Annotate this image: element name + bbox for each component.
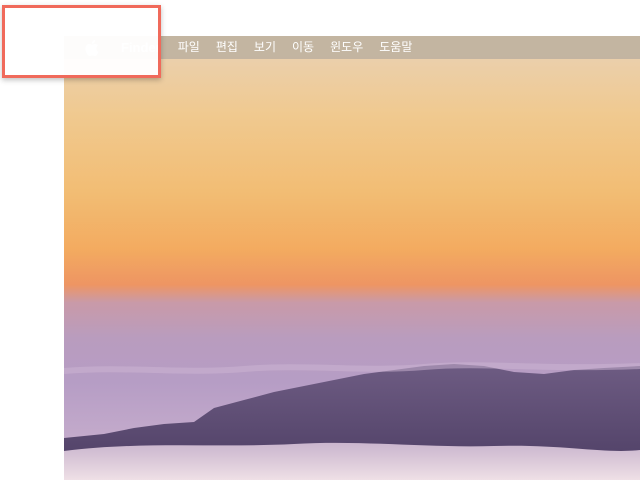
cloud-layer (64, 442, 640, 480)
menu-file[interactable]: 파일 (170, 36, 208, 59)
menu-window[interactable]: 윈도우 (322, 36, 371, 59)
cloud-band (64, 362, 640, 374)
menu-edit[interactable]: 편집 (208, 36, 246, 59)
desktop-screen: Finder 파일 편집 보기 이동 윈도우 도움말 (64, 36, 640, 480)
desktop-wallpaper (64, 36, 640, 480)
menu-go[interactable]: 이동 (284, 36, 322, 59)
highlight-box (2, 5, 161, 78)
menu-view[interactable]: 보기 (246, 36, 284, 59)
mountain-landscape (64, 362, 640, 480)
menu-help[interactable]: 도움말 (371, 36, 420, 59)
